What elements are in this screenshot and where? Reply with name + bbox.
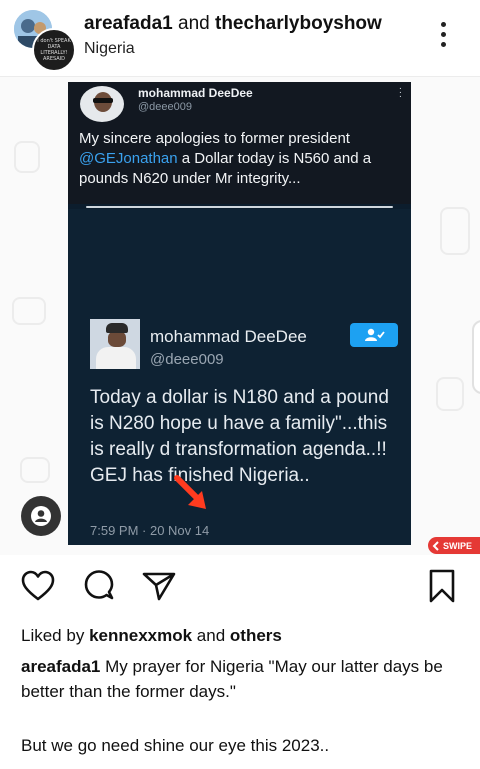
quoted-tweet-text: Today a dollar is N180 and a pound is N2… xyxy=(90,387,389,486)
author-link-2[interactable]: thecharlyboyshow xyxy=(215,13,382,34)
comment-icon[interactable] xyxy=(81,568,117,604)
tweet-separator xyxy=(86,206,393,208)
swipe-label: SWIPE xyxy=(443,540,473,551)
likes-line[interactable]: Liked by kennexxmok and others xyxy=(21,626,282,646)
post-actions xyxy=(0,568,480,608)
swipe-badge: SWIPE xyxy=(428,537,480,554)
liker-link[interactable]: kennexxmok xyxy=(89,626,192,645)
avatar-user1[interactable]: I don't SPEAK DATA LITERALLY! ARESAID xyxy=(32,28,76,72)
background-doodle xyxy=(14,141,40,173)
background-doodle xyxy=(12,297,46,325)
background-doodle xyxy=(436,377,464,411)
likes-others-link[interactable]: others xyxy=(230,626,282,645)
tweet-author-name: mohammad DeeDee xyxy=(138,86,253,100)
next-slide-edge xyxy=(472,320,480,394)
caption-author-link[interactable]: areafada1 xyxy=(21,657,100,676)
post-caption: areafada1 My prayer for Nigeria "May our… xyxy=(21,654,466,704)
heart-icon[interactable] xyxy=(20,568,56,604)
avatar-logo-text: I don't SPEAK DATA LITERALLY! ARESAID xyxy=(37,38,71,62)
tweet-mention: @GEJonathan xyxy=(79,150,178,167)
send-icon[interactable] xyxy=(141,568,177,604)
avatar-stack[interactable]: I don't SPEAK DATA LITERALLY! ARESAID xyxy=(10,8,76,72)
post-authors: areafada1 and thecharlyboyshow xyxy=(84,13,382,35)
tweet-text: My sincere apologies to former president… xyxy=(79,130,372,187)
more-options-icon[interactable] xyxy=(438,22,448,52)
tweet-author-avatar xyxy=(80,86,124,122)
quoted-tweet-area: mohammad DeeDee @deee009 Today a dollar … xyxy=(68,209,411,545)
quoted-author-avatar xyxy=(90,319,140,369)
tweet-card: mohammad DeeDee @deee009 ... My sincere … xyxy=(68,82,411,204)
red-arrow-icon xyxy=(174,475,206,509)
quoted-author-handle: @deee009 xyxy=(150,351,224,368)
quoted-author-name: mohammad DeeDee xyxy=(150,327,307,346)
background-doodle xyxy=(440,207,470,255)
post-header: I don't SPEAK DATA LITERALLY! ARESAID ar… xyxy=(0,0,480,76)
likes-joiner: and xyxy=(196,626,226,645)
quoted-tweet-timestamp: 7:59 PM · 20 Nov 14 xyxy=(90,523,210,538)
likes-prefix: Liked by xyxy=(21,626,85,645)
caption-continued: But we go need shine our eye this 2023.. xyxy=(21,736,330,755)
tweet-author-handle: @deee009 xyxy=(138,101,192,113)
chevron-left-icon xyxy=(432,540,439,551)
tagged-users-icon[interactable] xyxy=(21,496,61,536)
authors-joiner: and xyxy=(178,13,210,34)
tweet-screenshot: mohammad DeeDee @deee009 ... My sincere … xyxy=(68,82,411,545)
follow-user-icon xyxy=(350,323,398,347)
background-doodle xyxy=(20,457,50,483)
author-link-1[interactable]: areafada1 xyxy=(84,13,173,34)
location-link[interactable]: Nigeria xyxy=(84,40,135,58)
bookmark-icon[interactable] xyxy=(424,568,460,604)
tweet-more-icon: ... xyxy=(399,82,402,100)
